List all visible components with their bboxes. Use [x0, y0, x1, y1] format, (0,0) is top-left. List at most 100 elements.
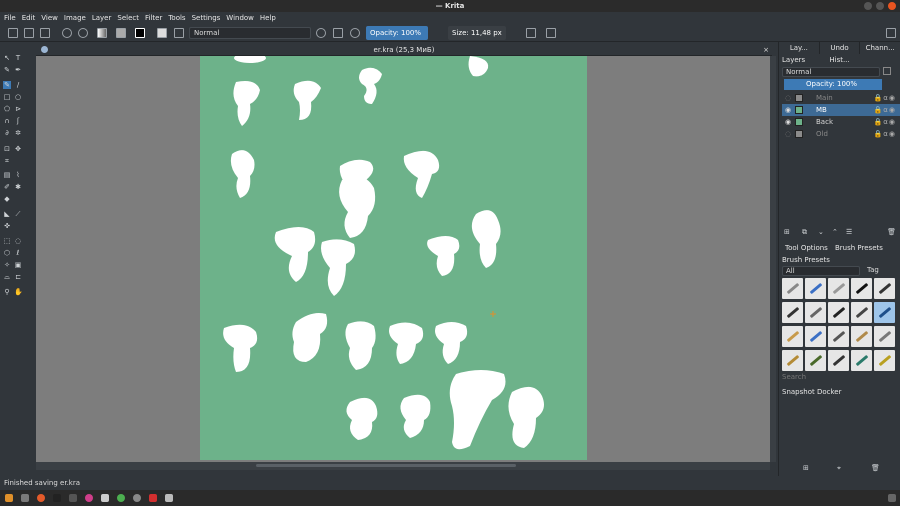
polyline-tool-icon[interactable]: ⊳ — [14, 105, 22, 113]
vertical-scrollbar[interactable] — [770, 56, 776, 462]
layer-blend-mode-select[interactable]: Normal — [782, 67, 880, 77]
horizontal-scrollbar-thumb[interactable] — [256, 464, 516, 467]
text-tool-icon[interactable]: T — [14, 54, 22, 62]
similar-selection-tool-icon[interactable]: ▣ — [14, 261, 22, 269]
new-document-icon[interactable] — [8, 28, 18, 38]
app-icon[interactable] — [53, 494, 61, 502]
blend-mode-select[interactable]: Normal — [189, 27, 311, 39]
horizontal-scrollbar[interactable] — [36, 462, 770, 470]
layer-opacity-slider[interactable]: Opacity: 100% — [784, 79, 882, 90]
menu-help[interactable]: Help — [260, 12, 276, 24]
pan-tool-icon[interactable]: ✋ — [14, 288, 23, 296]
visibility-off-icon[interactable]: ◌ — [785, 128, 791, 140]
save-document-icon[interactable] — [40, 28, 50, 38]
colorize-mask-tool-icon[interactable]: ✐ — [3, 183, 11, 191]
brush-preset[interactable] — [782, 350, 803, 371]
minimize-button[interactable] — [864, 2, 872, 10]
brush-preset[interactable] — [851, 302, 872, 323]
tab-tool-options[interactable]: Tool Options — [785, 244, 828, 252]
duplicate-layer-icon[interactable]: ⧉ — [802, 228, 807, 237]
move-tool-icon[interactable]: ✥ — [14, 145, 22, 153]
polygon-tool-icon[interactable]: ⬠ — [3, 105, 11, 113]
contiguous-selection-tool-icon[interactable]: ✧ — [3, 261, 11, 269]
layer-lock-alpha-icons[interactable]: 🔒α◉ — [874, 128, 896, 140]
brush-preset[interactable] — [874, 278, 895, 299]
app-icon[interactable] — [165, 494, 173, 502]
foreground-color-icon[interactable] — [135, 28, 145, 38]
gradient-tool-icon[interactable]: ▤ — [3, 171, 11, 179]
visibility-off-icon[interactable]: ◌ — [785, 92, 791, 104]
menu-select[interactable]: Select — [117, 12, 139, 24]
menu-file[interactable]: File — [4, 12, 16, 24]
preserve-alpha-icon[interactable] — [333, 28, 343, 38]
menu-image[interactable]: Image — [64, 12, 86, 24]
layer-filter-icon[interactable] — [883, 67, 891, 75]
size-spinbox[interactable]: Size: 11,48 px — [448, 26, 506, 40]
tab-undo-history[interactable]: Undo Hist... — [820, 42, 861, 64]
layer-row-old[interactable]: ◌ Old 🔒α◉ — [782, 128, 900, 140]
redo-icon[interactable] — [78, 28, 88, 38]
app-icon[interactable] — [69, 494, 77, 502]
brush-preset[interactable] — [828, 350, 849, 371]
rectangle-tool-icon[interactable]: □ — [3, 93, 11, 101]
brush-preset[interactable] — [828, 278, 849, 299]
visibility-on-icon[interactable]: ◉ — [785, 104, 791, 116]
layer-properties-icon[interactable]: ☰ — [846, 228, 852, 236]
magnetic-selection-tool-icon[interactable]: ⊏ — [14, 273, 22, 281]
brush-preset-selected[interactable] — [874, 302, 895, 323]
delete-snapshot-icon[interactable]: 🗑 — [871, 464, 880, 472]
firefox-app-icon[interactable] — [37, 494, 45, 502]
workspace-icon[interactable] — [174, 28, 184, 38]
brush-preset[interactable] — [782, 326, 803, 347]
move-layer-down-icon[interactable]: ⌄ — [818, 228, 824, 236]
tab-brush-presets[interactable]: Brush Presets — [835, 244, 883, 252]
brush-preset[interactable] — [782, 302, 803, 323]
add-snapshot-icon[interactable]: ⊞ — [803, 464, 809, 472]
polygonal-selection-tool-icon[interactable]: ⬡ — [3, 249, 11, 257]
tab-layers[interactable]: Lay... — [779, 42, 820, 54]
ellipse-tool-icon[interactable]: ○ — [14, 93, 22, 101]
open-document-icon[interactable] — [24, 28, 34, 38]
menu-edit[interactable]: Edit — [22, 12, 36, 24]
freehand-selection-tool-icon[interactable]: ℓ — [14, 249, 22, 257]
opacity-spinbox[interactable]: Opacity: 100% — [366, 26, 428, 40]
brush-tag-filter-select[interactable]: All — [782, 266, 860, 276]
move-layer-up-icon[interactable]: ⌃ — [832, 228, 838, 236]
brush-preset[interactable] — [805, 326, 826, 347]
calligraphy-tool-icon[interactable]: ✒ — [14, 66, 22, 74]
layer-lock-alpha-icons[interactable]: 🔒α◉ — [874, 116, 896, 128]
canvas-paper[interactable] — [200, 56, 587, 460]
layer-row-back[interactable]: ◉ Back 🔒α◉ — [782, 116, 900, 128]
layer-lock-alpha-icons[interactable]: 🔒α◉ — [874, 92, 896, 104]
tab-channels[interactable]: Chann... — [860, 42, 900, 54]
reload-preset-icon[interactable] — [350, 28, 360, 38]
system-tray-icon[interactable] — [888, 494, 896, 502]
brush-preset[interactable] — [828, 326, 849, 347]
visibility-on-icon[interactable]: ◉ — [785, 116, 791, 128]
brush-preset[interactable] — [805, 302, 826, 323]
reference-images-tool-icon[interactable]: ✜ — [3, 222, 11, 230]
add-layer-icon[interactable]: ⊞ — [784, 228, 790, 236]
fill-tool-icon[interactable]: ◆ — [3, 195, 11, 203]
mirror-horizontal-icon[interactable] — [526, 28, 536, 38]
app-icon[interactable] — [117, 494, 125, 502]
document-tab[interactable]: er.kra (25,3 МиБ) — [36, 44, 772, 56]
brush-preset[interactable] — [874, 350, 895, 371]
brush-search-input[interactable]: Search — [782, 373, 896, 382]
crop-tool-icon[interactable]: ⌗ — [3, 157, 11, 165]
gradient-icon[interactable] — [97, 28, 107, 38]
app-icon[interactable] — [101, 494, 109, 502]
hamburger-menu-icon[interactable] — [886, 28, 896, 38]
files-app-icon[interactable] — [5, 494, 13, 502]
brush-preset[interactable] — [782, 278, 803, 299]
brush-preset[interactable] — [851, 350, 872, 371]
elliptical-selection-tool-icon[interactable]: ◌ — [14, 237, 22, 245]
select-shapes-tool-icon[interactable]: ↖ — [3, 54, 11, 62]
layer-row-mb[interactable]: ◉ MB 🔒α◉ — [782, 104, 900, 116]
dynamic-brush-tool-icon[interactable]: ∂ — [3, 129, 11, 137]
tag-button[interactable]: Tag — [867, 266, 879, 274]
bezier-tool-icon[interactable]: ∩ — [3, 117, 11, 125]
menu-tools[interactable]: Tools — [168, 12, 185, 24]
menu-filter[interactable]: Filter — [145, 12, 162, 24]
terminal-app-icon[interactable] — [21, 494, 29, 502]
